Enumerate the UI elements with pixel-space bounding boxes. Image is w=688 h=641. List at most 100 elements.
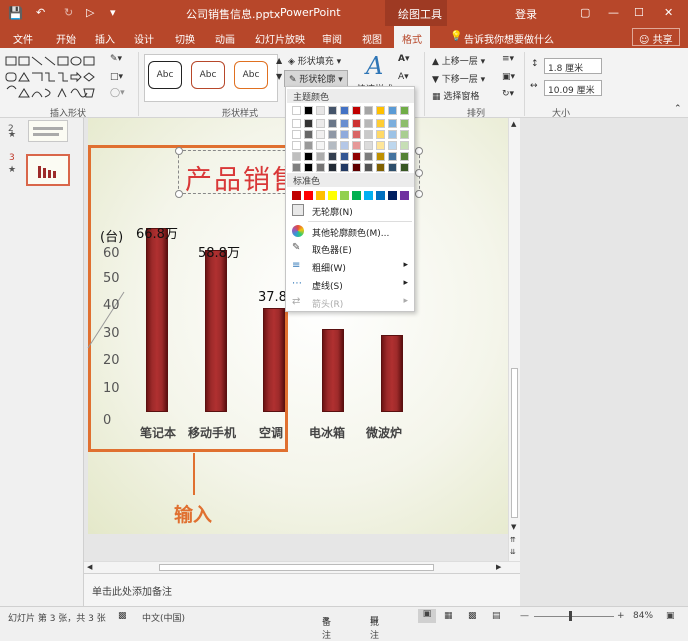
theme-color-swatch[interactable]	[400, 141, 409, 150]
theme-color-swatch[interactable]	[400, 163, 409, 172]
reading-view-icon[interactable]: ▩	[468, 611, 477, 621]
theme-color-swatch[interactable]	[292, 130, 301, 139]
vertical-scrollbar[interactable]: ▲ ▼ ⇈ ⇊	[508, 118, 520, 561]
collapse-ribbon-icon[interactable]: ⌃	[674, 104, 682, 114]
theme-color-swatch[interactable]	[388, 163, 397, 172]
theme-color-swatch[interactable]	[304, 130, 313, 139]
theme-color-swatch[interactable]	[364, 106, 373, 115]
theme-color-swatch[interactable]	[376, 141, 385, 150]
resize-handle[interactable]	[175, 147, 183, 155]
tab-home[interactable]: 开始	[56, 31, 76, 46]
gallery-scroll-up-icon[interactable]: ▲	[276, 56, 282, 65]
theme-color-swatch[interactable]	[304, 119, 313, 128]
shape-outline-button[interactable]: ✎ 形状轮廓 ▾	[284, 70, 348, 87]
theme-color-swatch[interactable]	[340, 163, 349, 172]
maximize-icon[interactable]: ☐	[634, 6, 644, 19]
more-outline-colors-item[interactable]: 其他轮廓颜色(M)...	[288, 223, 414, 240]
theme-color-swatch[interactable]	[388, 152, 397, 161]
theme-color-swatch[interactable]	[304, 106, 313, 115]
text-outline-icon[interactable]: A▾	[398, 72, 409, 82]
theme-color-swatch[interactable]	[352, 106, 361, 115]
theme-color-swatch[interactable]	[292, 106, 301, 115]
undo-icon[interactable]: ↶	[36, 6, 45, 19]
theme-color-swatch[interactable]	[340, 119, 349, 128]
theme-color-swatch[interactable]	[400, 106, 409, 115]
theme-color-swatch[interactable]	[304, 163, 313, 172]
standard-color-swatch[interactable]	[352, 191, 361, 200]
theme-color-swatch[interactable]	[376, 119, 385, 128]
group-objects-icon[interactable]: ▣▾	[502, 72, 515, 82]
theme-color-swatch[interactable]	[316, 152, 325, 161]
login-link[interactable]: 登录	[515, 6, 537, 22]
tab-file[interactable]: 文件	[13, 31, 33, 46]
standard-color-swatch[interactable]	[316, 191, 325, 200]
slideshow-view-icon[interactable]: ▤	[492, 611, 501, 621]
theme-color-swatch[interactable]	[364, 163, 373, 172]
merge-shapes-icon[interactable]: ◯▾	[110, 88, 125, 98]
start-from-beginning-icon[interactable]: ▷	[86, 6, 94, 19]
text-fill-icon[interactable]: A▾	[398, 54, 409, 64]
gallery-scroll-down-icon[interactable]: ▼	[276, 72, 282, 81]
theme-color-swatch[interactable]	[364, 130, 373, 139]
tab-animations[interactable]: 动画	[215, 31, 235, 46]
theme-color-swatch[interactable]	[388, 119, 397, 128]
standard-color-swatch[interactable]	[364, 191, 373, 200]
standard-color-swatch[interactable]	[400, 191, 409, 200]
scroll-up-icon[interactable]: ▲	[511, 120, 516, 128]
tab-review[interactable]: 审阅	[322, 31, 342, 46]
theme-color-swatch[interactable]	[388, 130, 397, 139]
redo-icon[interactable]: ↻	[64, 6, 73, 19]
resize-handle[interactable]	[175, 190, 183, 198]
tab-view[interactable]: 视图	[362, 31, 382, 46]
tab-design[interactable]: 设计	[134, 31, 154, 46]
selection-pane-button[interactable]: ▦ 选择窗格	[432, 89, 479, 102]
theme-color-swatch[interactable]	[352, 152, 361, 161]
scroll-right-icon[interactable]: ▶	[496, 563, 501, 571]
slide-3-thumbnail[interactable]	[26, 154, 70, 186]
standard-color-swatch[interactable]	[340, 191, 349, 200]
theme-color-swatch[interactable]	[340, 152, 349, 161]
theme-color-swatch[interactable]	[292, 152, 301, 161]
shape-style-2[interactable]: Abc	[191, 61, 225, 89]
width-input[interactable]: 10.09 厘米	[544, 80, 602, 96]
slide-sorter-icon[interactable]: ▦	[444, 611, 453, 621]
theme-color-swatch[interactable]	[316, 141, 325, 150]
next-slide-icon[interactable]: ⇊	[510, 548, 516, 556]
theme-color-swatch[interactable]	[292, 141, 301, 150]
theme-color-swatch[interactable]	[304, 152, 313, 161]
tell-me-box[interactable]: 告诉我你想要做什么	[464, 31, 554, 46]
horizontal-scrollbar[interactable]: ◀ ▶	[84, 561, 520, 573]
fit-slide-icon[interactable]: ▣	[666, 611, 675, 621]
theme-color-swatch[interactable]	[364, 119, 373, 128]
previous-slide-icon[interactable]: ⇈	[510, 536, 516, 544]
shape-style-1[interactable]: Abc	[148, 61, 182, 89]
theme-color-swatch[interactable]	[328, 152, 337, 161]
no-outline-item[interactable]: 无轮廓(N)	[288, 202, 414, 219]
theme-color-swatch[interactable]	[400, 119, 409, 128]
edit-shape-icon[interactable]: ✎▾	[110, 54, 122, 64]
rotate-icon[interactable]: ↻▾	[502, 89, 514, 99]
zoom-slider-thumb[interactable]	[569, 611, 572, 621]
theme-color-swatch[interactable]	[364, 141, 373, 150]
quick-styles-icon[interactable]: A	[366, 52, 383, 80]
standard-color-swatch[interactable]	[376, 191, 385, 200]
normal-view-icon[interactable]: ▣	[418, 609, 436, 623]
weight-item[interactable]: ≡ 粗细(W) ▸	[288, 258, 414, 275]
language-text[interactable]: 中文(中国)	[142, 611, 185, 624]
zoom-level[interactable]: 84%	[633, 611, 653, 621]
theme-color-swatch[interactable]	[292, 163, 301, 172]
standard-color-swatch[interactable]	[328, 191, 337, 200]
zoom-slider-track[interactable]	[534, 616, 614, 617]
shapes-gallery[interactable]	[4, 54, 108, 100]
theme-color-swatch[interactable]	[376, 163, 385, 172]
tab-slideshow[interactable]: 幻灯片放映	[255, 31, 305, 46]
zoom-in-icon[interactable]: +	[617, 611, 625, 621]
theme-color-swatch[interactable]	[376, 152, 385, 161]
theme-color-swatch[interactable]	[352, 130, 361, 139]
resize-handle[interactable]	[415, 169, 423, 177]
send-backward-button[interactable]: ▼ 下移一层 ▾	[432, 72, 485, 85]
theme-color-swatch[interactable]	[328, 163, 337, 172]
theme-color-swatch[interactable]	[400, 152, 409, 161]
theme-color-swatch[interactable]	[352, 141, 361, 150]
bring-forward-button[interactable]: ▲ 上移一层 ▾	[432, 54, 485, 67]
